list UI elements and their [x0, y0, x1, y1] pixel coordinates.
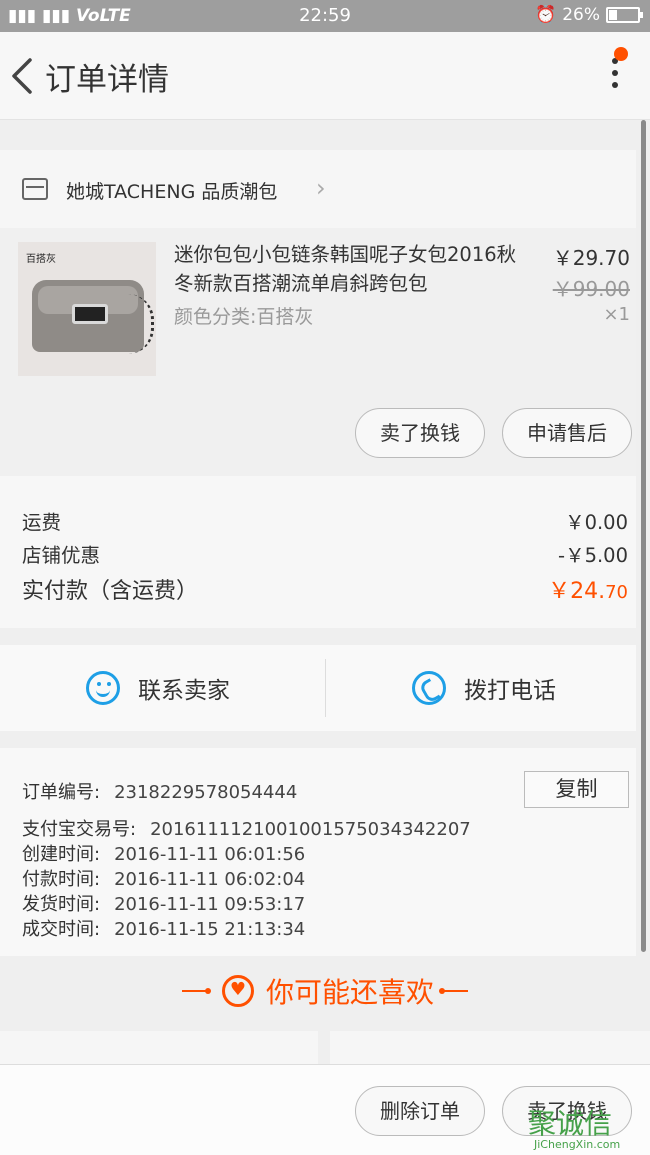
discount-row: 店铺优惠 -￥5.00 — [22, 544, 628, 567]
battery-icon — [606, 7, 643, 23]
battery-percent: 26% — [562, 5, 600, 25]
completed-time-row: 成交时间: 2016-11-15 21:13:34 — [22, 919, 306, 940]
product-sku: 颜色分类:百搭灰 — [174, 306, 314, 328]
scrollbar[interactable] — [641, 120, 646, 952]
back-arrow-icon[interactable] — [8, 54, 38, 98]
more-menu-icon[interactable] — [610, 58, 620, 94]
product-title: 迷你包包小包链条韩国呢子女包2016秋冬新款百搭潮流单肩斜跨包包 — [174, 243, 517, 295]
product-price: ￥29.70 — [552, 246, 630, 270]
alarm-icon: ⏰ — [535, 5, 557, 25]
call-button[interactable]: 拨打电话 — [412, 645, 556, 731]
contact-seller-button[interactable]: 联系卖家 — [86, 645, 230, 731]
store-icon — [22, 178, 48, 200]
shop-header[interactable]: 她城TACHENG 品质潮包 › — [0, 150, 636, 228]
shop-name: 她城TACHENG 品质潮包 — [66, 181, 278, 203]
total-amount: ￥24.70 — [548, 579, 628, 604]
shipping-row: 运费 ￥0.00 — [22, 511, 628, 534]
order-number-row: 订单编号: 2318229578054444 — [22, 782, 298, 803]
resell-button[interactable]: 卖了换钱 — [355, 408, 485, 458]
delete-order-button[interactable]: 删除订单 — [355, 1086, 485, 1136]
original-price: ￥99.00 — [552, 277, 630, 301]
fee-summary: 运费 ￥0.00 店铺优惠 -￥5.00 实付款（含运费） ￥24.70 — [0, 476, 636, 628]
order-info: 订单编号: 2318229578054444 复制 支付宝交易号: 20161111… — [0, 748, 636, 956]
created-time-row: 创建时间: 2016-11-11 06:01:56 — [22, 844, 306, 865]
recommend-header: 你可能还喜欢 — [0, 958, 650, 1030]
phone-icon — [412, 671, 446, 705]
product-quantity: ×1 — [603, 304, 630, 325]
order-item[interactable]: 百搭灰 迷你包包小包链条韩国呢子女包2016秋冬新款百搭潮流单肩斜跨包包 颜色分… — [0, 228, 636, 476]
chevron-right-icon: › — [316, 174, 326, 202]
watermark-logo: 聚诚信 JiChengXin.com — [528, 1107, 621, 1151]
notification-badge — [614, 47, 628, 61]
chat-icon — [86, 671, 120, 705]
copy-button[interactable]: 复制 — [524, 771, 629, 808]
alipay-trade-row: 支付宝交易号: 2016111121001001575034342207 — [22, 819, 471, 840]
heart-icon — [221, 975, 254, 1007]
shipped-time-row: 发货时间: 2016-11-11 09:53:17 — [22, 894, 306, 915]
nav-bar: 订单详情 — [0, 32, 650, 120]
after-sales-button[interactable]: 申请售后 — [502, 408, 632, 458]
paid-time-row: 付款时间: 2016-11-11 06:02:04 — [22, 869, 306, 890]
total-row: 实付款（含运费） ￥24.70 — [22, 573, 628, 605]
status-bar: ▮▮▮ ▮▮▮ VoLTE 22:59 ⏰ 26% — [0, 0, 650, 32]
recommend-title: 你可能还喜欢 — [265, 976, 434, 1009]
product-image[interactable]: 百搭灰 — [18, 242, 156, 376]
page-title: 订单详情 — [45, 62, 169, 98]
contact-bar: 联系卖家 拨打电话 — [0, 645, 636, 731]
